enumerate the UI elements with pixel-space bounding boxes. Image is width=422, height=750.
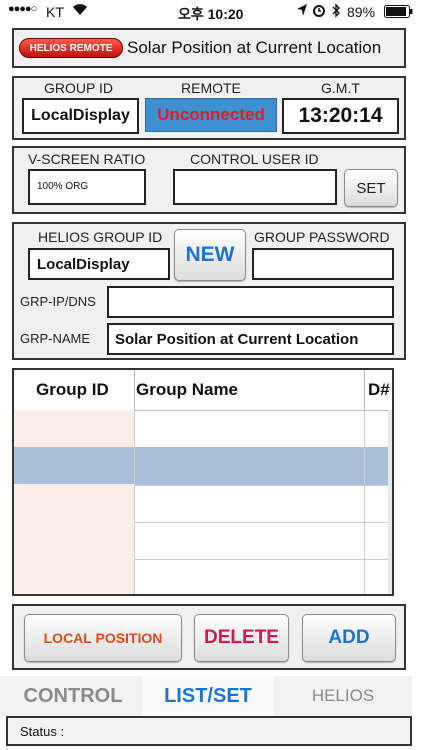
local-position-label: LOCAL POSITION [43,630,163,646]
table-cell [14,521,135,559]
column-group-id: Group ID [36,380,109,399]
gmt-value: 13:20:14 [298,104,383,127]
helios-remote-badge[interactable]: HELIOS REMOTE [19,38,123,58]
new-button-label: NEW [185,243,235,266]
grp-name-label: GRP-NAME [20,331,91,346]
tab-list-set-label: LIST/SET [164,684,252,707]
remote-status: Unconnected [145,98,277,132]
page-title: Solar Position at Current Location [127,38,382,57]
add-label: ADD [328,627,370,648]
delete-label: DELETE [204,627,279,648]
bluetooth-icon [331,3,341,21]
add-button[interactable]: ADD [302,614,396,662]
battery-icon [384,5,414,21]
remote-label: REMOTE [181,80,241,96]
delete-button[interactable]: DELETE [194,614,289,662]
table-scrollbar[interactable] [388,410,392,594]
table-cell [14,558,135,594]
local-position-button[interactable]: LOCAL POSITION [24,614,182,662]
helios-group-id-value: LocalDisplay [37,256,130,273]
v-screen-ratio-value: 100% ORG [37,181,89,192]
group-info-panel: GROUP ID REMOTE G.M.T LocalDisplay Uncon… [12,76,406,140]
set-button-label: SET [356,179,386,197]
group-password-label: GROUP PASSWORD [254,229,390,245]
alarm-icon [312,3,326,20]
grp-ip-input[interactable] [107,286,394,318]
gmt-label: G.M.T [321,80,360,96]
helios-group-panel: HELIOS GROUP ID GROUP PASSWORD LocalDisp… [12,222,406,360]
gmt-clock: 13:20:14 [282,98,399,134]
table-row[interactable] [14,410,392,449]
table-row[interactable] [14,521,392,560]
remote-status-value: Unconnected [157,105,265,124]
table-header: Group ID Group Name D# [14,370,392,411]
helios-group-id-label: HELIOS GROUP ID [38,229,163,245]
tab-helios-label: HELIOS [311,686,375,705]
table-row[interactable] [14,484,392,523]
group-id-value: LocalDisplay [31,107,130,124]
header-panel: HELIOS REMOTE Solar Position at Current … [12,28,406,68]
action-panel: LOCAL POSITION DELETE ADD [12,604,406,670]
header-divider [134,370,135,410]
column-group-name: Group Name [136,380,239,399]
tab-control-label: CONTROL [23,684,123,707]
status-label: Status : [20,724,65,739]
tab-list-set[interactable]: LIST/SET [142,676,274,716]
badge-label: HELIOS REMOTE [29,42,113,54]
clock-time: 오후 10:20 [178,6,244,22]
tab-helios[interactable]: HELIOS [276,676,410,716]
group-table: Group ID Group Name D# [12,368,394,596]
table-cell [14,410,135,448]
helios-group-id-input[interactable]: LocalDisplay [28,248,170,280]
control-user-label: CONTROL USER ID [190,151,319,167]
v-screen-ratio-field[interactable]: 100% ORG [28,169,146,205]
carrier-label: KT [46,4,64,20]
group-id-label: GROUP ID [44,80,113,96]
table-cell [14,484,135,522]
tab-bar: CONTROL LIST/SET HELIOS [0,676,412,716]
status-panel: Status : [6,716,412,746]
grp-ip-label: GRP-IP/DNS [20,294,96,309]
battery-percent: 89% [347,4,376,20]
signal-icon: ●●●●○ [8,3,37,15]
column-d-number: D# [368,380,390,399]
set-button[interactable]: SET [344,169,398,207]
control-user-input[interactable] [173,169,337,205]
group-password-input[interactable] [252,248,394,280]
group-id-field: LocalDisplay [22,98,139,134]
wifi-icon [72,2,88,19]
table-row[interactable] [14,558,392,594]
grp-name-value: Solar Position at Current Location [115,331,359,348]
table-row-selected[interactable] [14,447,392,486]
tab-control[interactable]: CONTROL [6,676,140,716]
grp-name-input[interactable]: Solar Position at Current Location [107,323,394,355]
new-button[interactable]: NEW [174,229,246,281]
header-divider [364,370,365,410]
v-screen-ratio-label: V-SCREEN RATIO [28,151,146,167]
location-icon [296,3,308,20]
screen-settings-panel: V-SCREEN RATIO CONTROL USER ID 100% ORG … [12,146,406,214]
status-bar: ●●●●○ KT 오후 10:20 89% [0,0,422,24]
table-cell [14,447,135,485]
